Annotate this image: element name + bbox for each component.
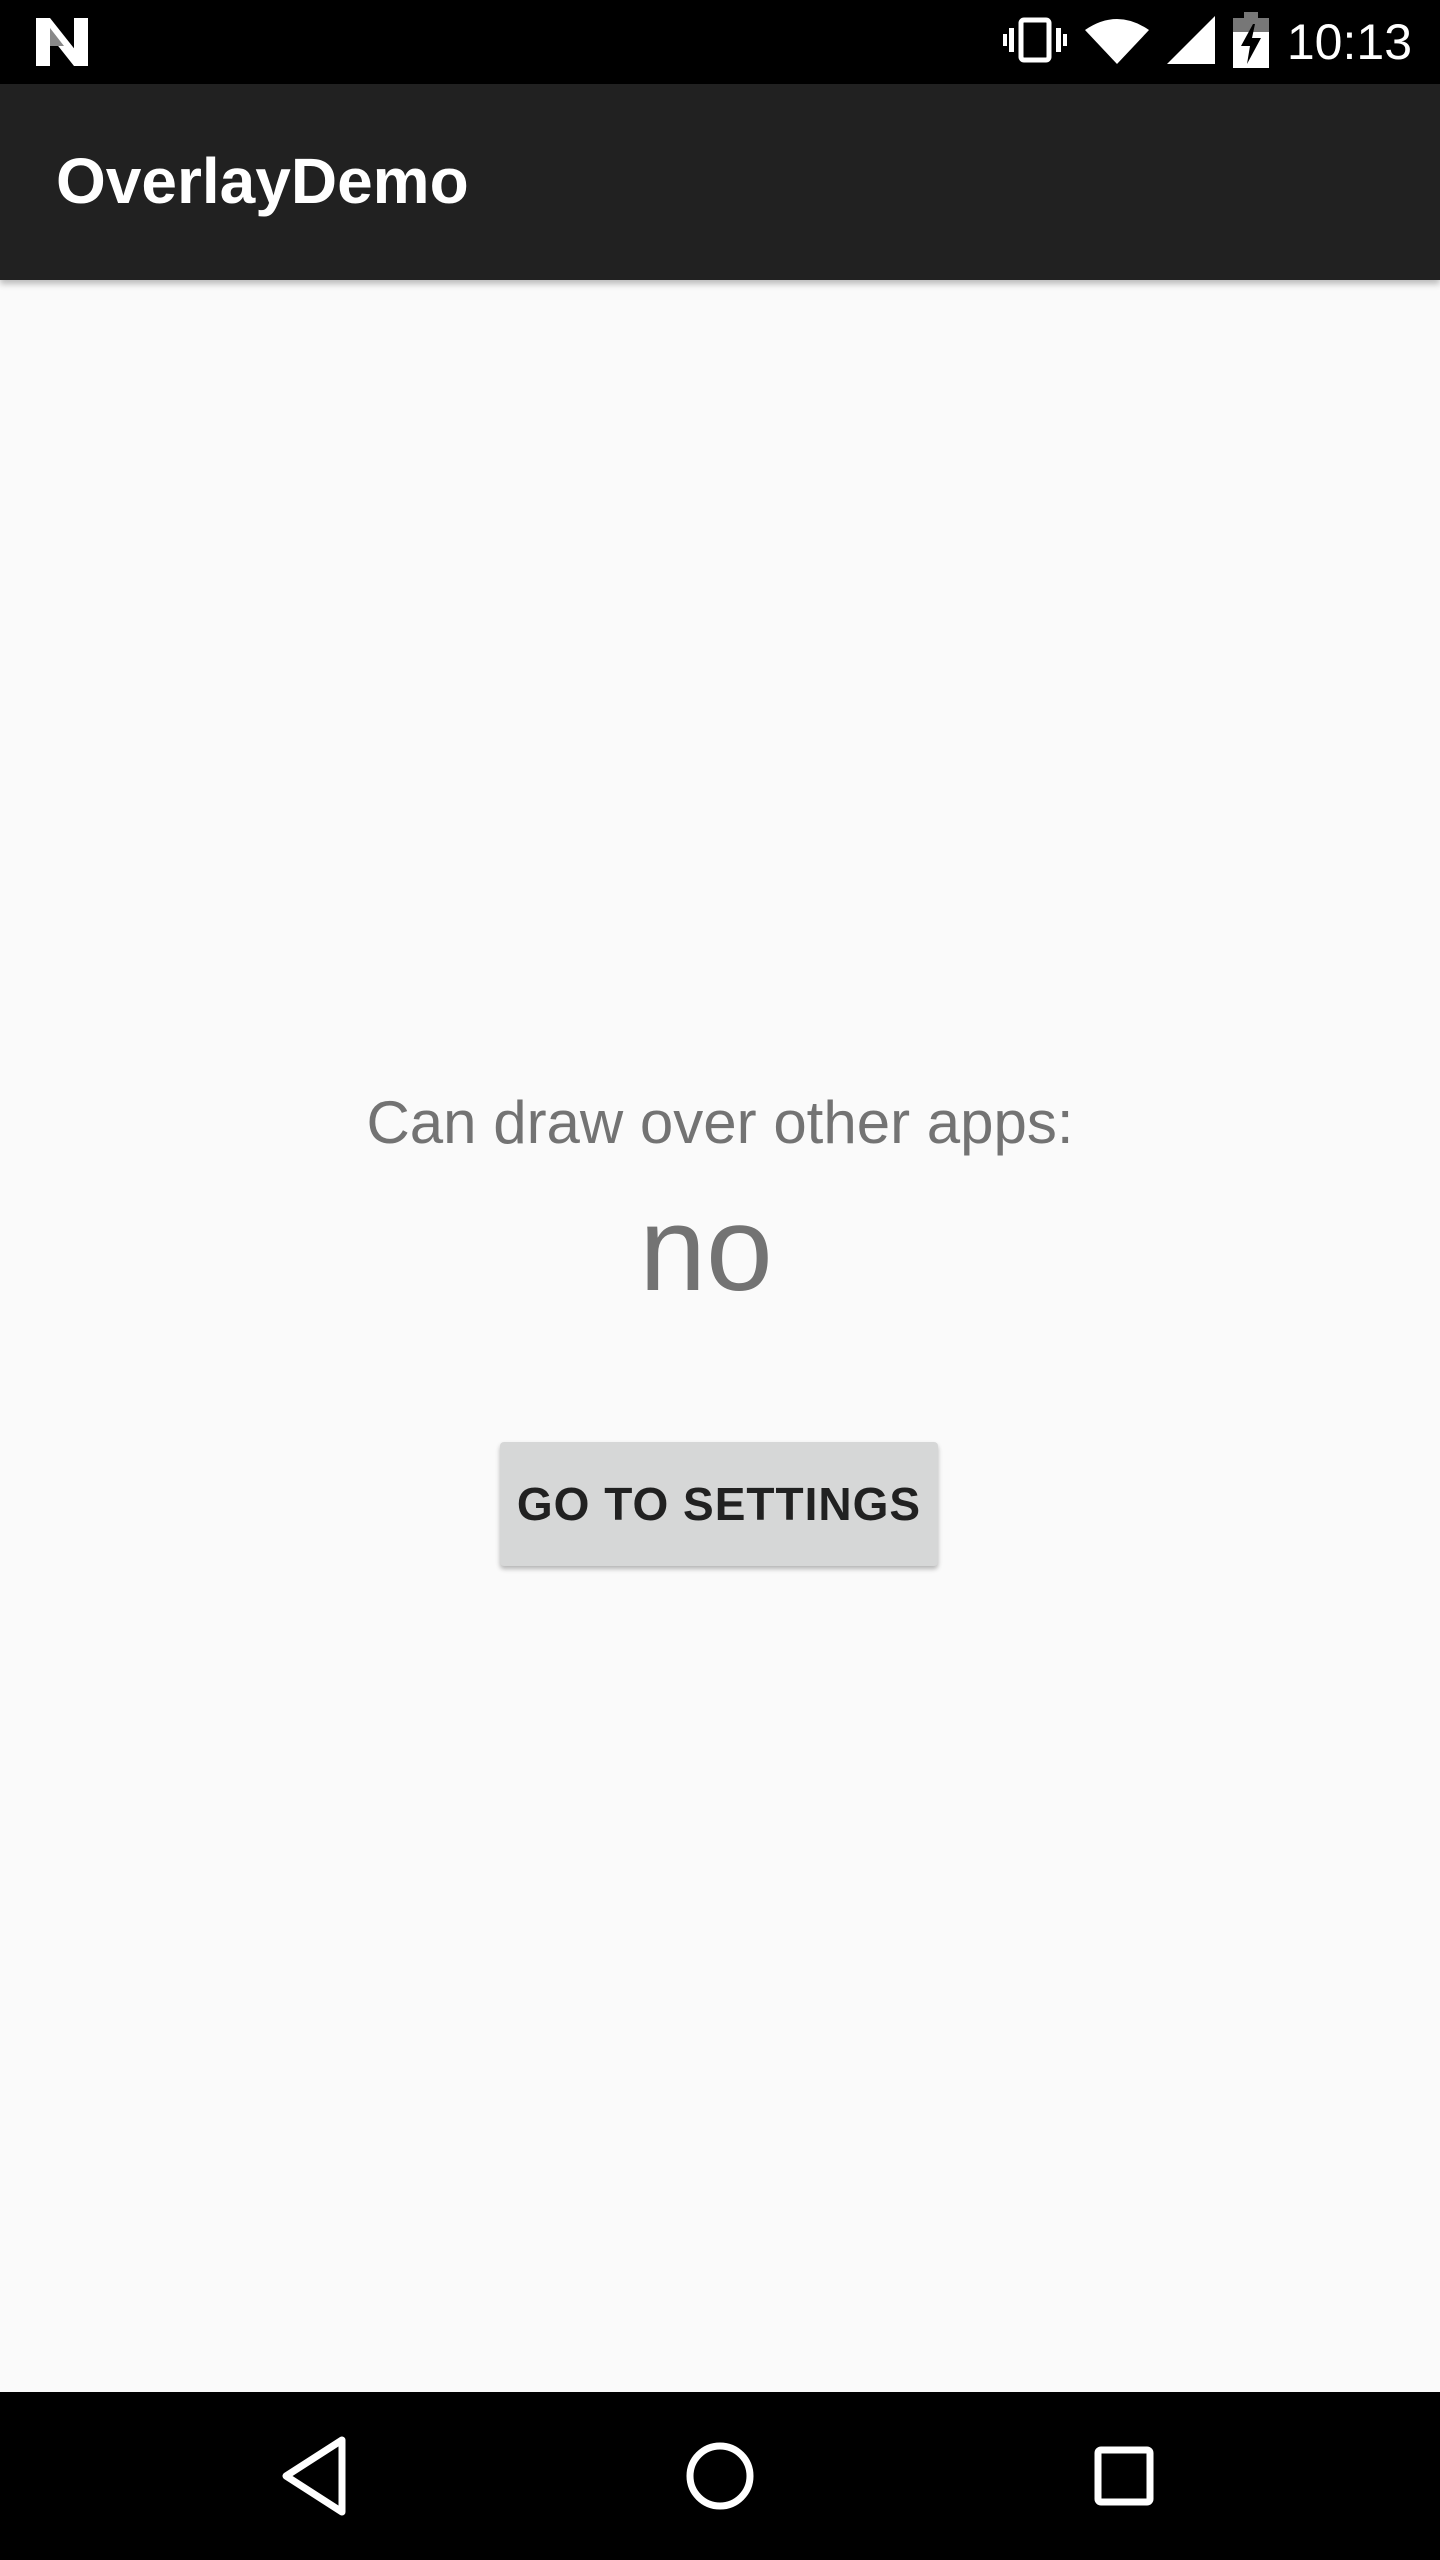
signal-icon (1166, 15, 1215, 69)
recents-icon[interactable] (1074, 2426, 1174, 2526)
status-icons: 10:13 (1002, 0, 1412, 84)
app-title: OverlayDemo (56, 145, 469, 217)
status-bar: 10:13 (0, 0, 1440, 84)
battery-charging-icon (1232, 11, 1269, 73)
permission-label: Can draw over other apps: (366, 1089, 1074, 1156)
vibrate-icon (1002, 16, 1067, 69)
home-icon[interactable] (670, 2426, 770, 2526)
wifi-icon (1084, 16, 1149, 69)
n-logo-icon (36, 18, 88, 66)
main-content: Can draw over other apps: no GO TO SETTI… (0, 280, 1440, 2392)
permission-value: no (639, 1182, 773, 1316)
back-icon[interactable] (266, 2426, 366, 2526)
nav-bar (0, 2392, 1440, 2560)
app-bar: OverlayDemo (0, 84, 1440, 280)
go-to-settings-button[interactable]: GO TO SETTINGS (500, 1442, 938, 1566)
status-time: 10:13 (1286, 14, 1412, 70)
